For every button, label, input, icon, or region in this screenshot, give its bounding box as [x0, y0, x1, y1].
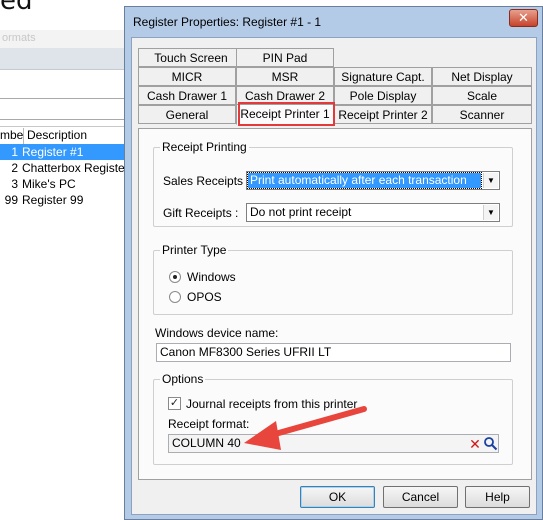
windows-radio[interactable]: [169, 271, 181, 283]
printer-type-label: Printer Type: [160, 243, 229, 257]
tab-pin-pad[interactable]: PIN Pad: [236, 48, 334, 67]
opos-radio[interactable]: [169, 291, 181, 303]
sales-receipts-value: Print automatically after each transacti…: [247, 172, 482, 189]
tab-msr[interactable]: MSR: [236, 67, 334, 86]
help-button[interactable]: Help: [465, 486, 530, 508]
tab-pole-display[interactable]: Pole Display: [334, 86, 432, 105]
dialog-client-area: Touch Screen PIN Pad MICR MSR Signature …: [131, 37, 537, 515]
sales-receipts-dropdown[interactable]: Print automatically after each transacti…: [246, 171, 500, 190]
tab-micr[interactable]: MICR: [138, 67, 236, 86]
column-header-description[interactable]: Description: [24, 128, 87, 144]
close-button[interactable]: ✕: [509, 9, 538, 27]
register-description: Chatterbox Register: [22, 161, 129, 175]
screen: ed ormats mber Description 1 Register #1…: [0, 0, 543, 520]
active-tab-highlight-box: [238, 102, 335, 126]
list-item[interactable]: 2 Chatterbox Register: [0, 160, 130, 176]
register-list-rows: 1 Register #1 2 Chatterbox Register 3 Mi…: [0, 144, 130, 208]
chevron-down-icon[interactable]: ▼: [483, 173, 498, 188]
background-toolbar: [0, 48, 130, 70]
background-faint-label: ormats: [2, 32, 36, 44]
receipt-printing-label: Receipt Printing: [160, 140, 249, 154]
column-header-number[interactable]: mber: [0, 128, 24, 144]
register-description: Mike's PC: [22, 177, 76, 191]
receipt-format-field[interactable]: COLUMN 40: [168, 434, 499, 453]
journal-receipts-label[interactable]: Journal receipts from this printer: [186, 397, 357, 411]
sales-receipts-label: Sales Receipts :: [163, 174, 250, 188]
tab-touch-screen[interactable]: Touch Screen: [138, 48, 244, 67]
receipt-printer-1-page: Receipt Printing Sales Receipts : Print …: [138, 128, 532, 480]
background-filter-input[interactable]: [0, 98, 130, 120]
background-window-title: ed: [0, 0, 33, 16]
gift-receipts-dropdown[interactable]: Do not print receipt ▼: [246, 203, 500, 222]
tab-general[interactable]: General: [138, 105, 236, 124]
register-list-header: mber Description: [0, 128, 130, 144]
register-description: Register 99: [22, 193, 84, 207]
dialog-titlebar[interactable]: Register Properties: Register #1 - 1 ✕: [125, 7, 542, 35]
tab-scale[interactable]: Scale: [432, 86, 532, 105]
clear-icon[interactable]: ✕: [468, 437, 482, 451]
gift-receipts-value: Do not print receipt: [250, 205, 352, 219]
device-name-field[interactable]: Canon MF8300 Series UFRII LT: [156, 343, 511, 362]
tab-net-display[interactable]: Net Display: [432, 67, 532, 86]
register-description: Register #1: [22, 145, 84, 159]
register-number: 99: [4, 193, 18, 207]
list-item[interactable]: 3 Mike's PC: [0, 176, 130, 192]
tab-cash-drawer-1[interactable]: Cash Drawer 1: [138, 86, 236, 105]
register-number: 3: [11, 177, 18, 191]
tab-signature-capt[interactable]: Signature Capt.: [334, 67, 432, 86]
register-number: 2: [11, 161, 18, 175]
tab-scanner[interactable]: Scanner: [432, 105, 532, 124]
gift-receipts-label: Gift Receipts :: [163, 206, 239, 220]
list-item[interactable]: 1 Register #1: [0, 144, 130, 160]
journal-receipts-checkbox[interactable]: ✓: [168, 397, 181, 410]
close-icon: ✕: [518, 10, 529, 25]
receipt-format-label: Receipt format:: [168, 417, 250, 431]
chevron-down-icon[interactable]: ▼: [483, 205, 498, 220]
dialog-title: Register Properties: Register #1 - 1: [133, 15, 322, 29]
cancel-button[interactable]: Cancel: [383, 486, 458, 508]
opos-radio-label[interactable]: OPOS: [187, 290, 222, 304]
device-name-label: Windows device name:: [155, 326, 279, 340]
list-item[interactable]: 99 Register 99: [0, 192, 130, 208]
ok-button[interactable]: OK: [300, 486, 375, 508]
tab-receipt-printer-2[interactable]: Receipt Printer 2: [334, 105, 432, 124]
options-label: Options: [160, 372, 206, 386]
windows-radio-label[interactable]: Windows: [187, 270, 236, 284]
search-icon[interactable]: [483, 436, 498, 451]
background-band: [0, 70, 130, 96]
register-properties-dialog: Register Properties: Register #1 - 1 ✕ T…: [124, 6, 543, 520]
register-number: 1: [11, 145, 18, 159]
